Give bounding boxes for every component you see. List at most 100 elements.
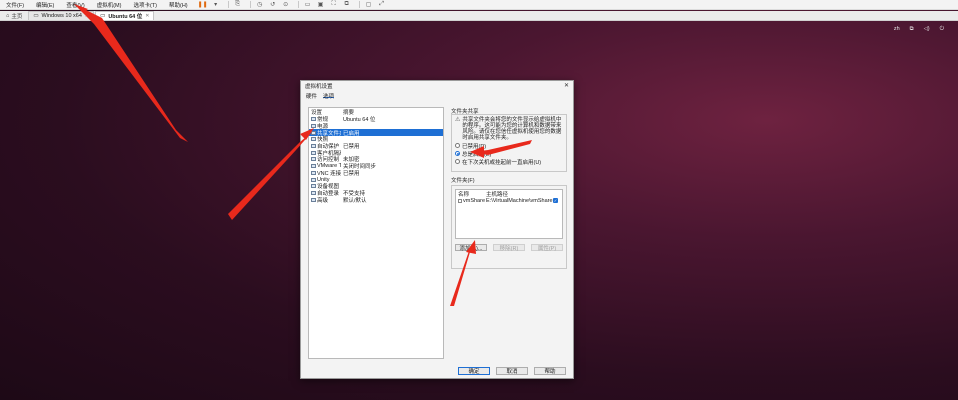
header-name: 名称 bbox=[458, 191, 470, 198]
radio-disabled[interactable]: 已禁用(D) bbox=[455, 142, 563, 150]
close-icon[interactable]: ✕ bbox=[145, 13, 149, 19]
tab-bar: ⌂ 主页 ▭ Windows 10 x64 ✕ ▭ Ubuntu 64 位 ✕ bbox=[0, 11, 958, 21]
folders-table-header: 名称 主机路径 bbox=[456, 190, 562, 198]
setting-icon bbox=[311, 137, 316, 142]
setting-summary: Ubuntu 64 位 bbox=[343, 117, 376, 124]
stretch-icon[interactable]: ⤢ bbox=[377, 1, 387, 9]
tab-windows-label: Windows 10 x64 bbox=[41, 13, 82, 19]
setting-name-cell: 高级 bbox=[311, 196, 341, 204]
radio-always-enabled[interactable]: 总是启用(E) bbox=[455, 150, 563, 158]
volume-icon[interactable]: ◁) bbox=[924, 26, 930, 32]
warning-icon: ⚠ bbox=[455, 117, 461, 123]
unity-icon[interactable]: ⧉ bbox=[342, 1, 352, 9]
setting-icon bbox=[311, 184, 316, 189]
library-icon[interactable]: ▭ bbox=[303, 1, 313, 9]
setting-name: 高级 bbox=[317, 197, 329, 204]
settings-list: 设置 摘要 常规Ubuntu 64 位电源共享文件夹已启用快照自动保护已禁用客户… bbox=[308, 107, 444, 359]
radio-button[interactable] bbox=[455, 151, 460, 156]
folders-label: 文件夹(F) bbox=[451, 178, 475, 184]
cancel-button[interactable]: 取消 bbox=[496, 367, 528, 375]
radio-button[interactable] bbox=[455, 143, 460, 148]
power-icon[interactable]: ⏻ bbox=[940, 26, 944, 33]
fullscreen-icon[interactable]: ⛶ bbox=[329, 1, 339, 9]
menu-help[interactable]: 帮助(H) bbox=[163, 1, 194, 9]
setting-summary: 已启用 bbox=[343, 130, 360, 137]
dialog-footer: 确定 取消 帮助 bbox=[458, 367, 566, 375]
setting-icon bbox=[311, 130, 316, 135]
radio-until-poweroff-label: 在下次关机或挂起前一直启用(U) bbox=[462, 159, 542, 166]
menu-file[interactable]: 文件(F) bbox=[0, 1, 30, 9]
radio-button[interactable] bbox=[455, 159, 460, 164]
setting-icon bbox=[311, 124, 316, 129]
settings-detail: 文件夹共享 ⚠ 共享文件夹会将您的文件显示给虚拟机中的程序。这可能为您的计算机和… bbox=[451, 107, 567, 269]
check-icon[interactable]: ✓ bbox=[553, 198, 558, 203]
dialog-tabs: 硬件 选项 bbox=[301, 90, 573, 100]
sharing-warning: ⚠ 共享文件夹会将您的文件显示给虚拟机中的程序。这可能为您的计算机和数据带来风险… bbox=[455, 117, 563, 141]
toolbar-divider bbox=[227, 1, 229, 8]
add-folder-button[interactable]: 添加(A)... bbox=[455, 244, 487, 252]
sharing-warning-text: 共享文件夹会将您的文件显示给虚拟机中的程序。这可能为您的计算机和数据带来风险。请… bbox=[462, 117, 562, 141]
pause-icon[interactable]: ❚❚ bbox=[198, 1, 208, 9]
setting-icon bbox=[311, 117, 316, 122]
setting-icon bbox=[311, 164, 316, 169]
dropdown-icon[interactable]: ▾ bbox=[211, 1, 221, 9]
folder-properties-button[interactable]: 属性(P) bbox=[531, 244, 563, 252]
radio-until-poweroff[interactable]: 在下次关机或挂起前一直启用(U) bbox=[455, 158, 563, 166]
tab-options[interactable]: 选项 bbox=[323, 92, 335, 100]
radio-disabled-label: 已禁用(D) bbox=[462, 143, 487, 150]
dialog-titlebar: 虚拟机设置 ✕ bbox=[301, 81, 573, 90]
setting-icon bbox=[311, 170, 316, 175]
network-icon[interactable]: ⧉ bbox=[910, 26, 914, 33]
radio-always-enabled-label: 总是启用(E) bbox=[462, 151, 492, 158]
folder-enable-checkbox[interactable] bbox=[458, 198, 462, 203]
tab-windows[interactable]: ▭ Windows 10 x64 ✕ bbox=[28, 11, 95, 20]
folder-sharing-group: ⚠ 共享文件夹会将您的文件显示给虚拟机中的程序。这可能为您的计算机和数据带来风险… bbox=[451, 114, 567, 172]
setting-icon bbox=[311, 197, 316, 202]
menu-tabs[interactable]: 选项卡(T) bbox=[127, 1, 163, 9]
close-icon[interactable]: ✕ bbox=[564, 82, 569, 89]
snapshot-icon[interactable]: ◷ bbox=[255, 1, 265, 9]
folders-table: 名称 主机路径 vmShare E:\VirtualMachine\vmShar… bbox=[455, 189, 563, 239]
folders-group: 名称 主机路径 vmShare E:\VirtualMachine\vmShar… bbox=[451, 185, 567, 269]
menubar: 文件(F) 编辑(E) 查看(V) 虚拟机(M) 选项卡(T) 帮助(H) ❚❚… bbox=[0, 0, 958, 10]
revert-snapshot-icon[interactable]: ↺ bbox=[268, 1, 278, 9]
setting-icon bbox=[311, 150, 316, 155]
setting-summary: 已禁用 bbox=[343, 144, 360, 151]
tab-home[interactable]: ⌂ 主页 bbox=[0, 11, 28, 20]
menu-vm[interactable]: 虚拟机(M) bbox=[91, 1, 128, 9]
setting-summary: 默认/默认 bbox=[343, 197, 367, 204]
close-icon[interactable]: ✕ bbox=[85, 13, 89, 19]
console-view-icon[interactable]: ▢ bbox=[364, 1, 374, 9]
ubuntu-top-bar: zh ⧉ ◁) ⏻ bbox=[0, 22, 958, 36]
header-host-path: 主机路径 bbox=[486, 191, 509, 198]
help-button[interactable]: 帮助 bbox=[534, 367, 566, 375]
remove-folder-button[interactable]: 移除(R) bbox=[493, 244, 525, 252]
list-item[interactable]: VNC 连接 已禁用 bbox=[309, 170, 443, 177]
toolbar: ❚❚ ▾ ⎘ ◷ ↺ ⊙ ▭ ▣ ⛶ ⧉ ▢ ⤢ bbox=[198, 1, 390, 9]
ok-button[interactable]: 确定 bbox=[458, 367, 490, 375]
home-icon: ⌂ bbox=[6, 12, 10, 19]
menu-view[interactable]: 查看(V) bbox=[60, 1, 90, 9]
setting-icon bbox=[311, 157, 316, 162]
folder-path: E:\VirtualMachine\vmShare bbox=[486, 197, 553, 204]
tab-hardware[interactable]: 硬件 bbox=[306, 92, 317, 100]
tab-home-label: 主页 bbox=[11, 13, 23, 20]
tab-ubuntu[interactable]: ▭ Ubuntu 64 位 ✕ bbox=[95, 11, 155, 20]
setting-icon bbox=[311, 177, 316, 182]
list-item[interactable]: 高级 默认/默认 bbox=[309, 196, 443, 204]
send-keys-icon[interactable]: ⎘ bbox=[233, 1, 243, 9]
vm-icon: ▭ bbox=[100, 13, 106, 19]
setting-summary: 已禁用 bbox=[343, 170, 360, 177]
menu-edit[interactable]: 编辑(E) bbox=[30, 1, 60, 9]
folder-buttons: 添加(A)... 移除(R) 属性(P) bbox=[455, 244, 563, 252]
dialog-title: 虚拟机设置 bbox=[305, 83, 333, 90]
toolbar-divider bbox=[249, 1, 251, 8]
folder-name: vmShare bbox=[463, 197, 486, 204]
snapshot-manager-icon[interactable]: ⊙ bbox=[281, 1, 291, 9]
folder-sharing-label: 文件夹共享 bbox=[451, 109, 479, 115]
table-row[interactable]: vmShare E:\VirtualMachine\vmShare ✓ bbox=[456, 197, 562, 204]
input-method-indicator[interactable]: zh bbox=[894, 26, 900, 32]
thumbnail-icon[interactable]: ▣ bbox=[316, 1, 326, 9]
toolbar-divider bbox=[358, 1, 360, 8]
setting-icon bbox=[311, 190, 316, 195]
